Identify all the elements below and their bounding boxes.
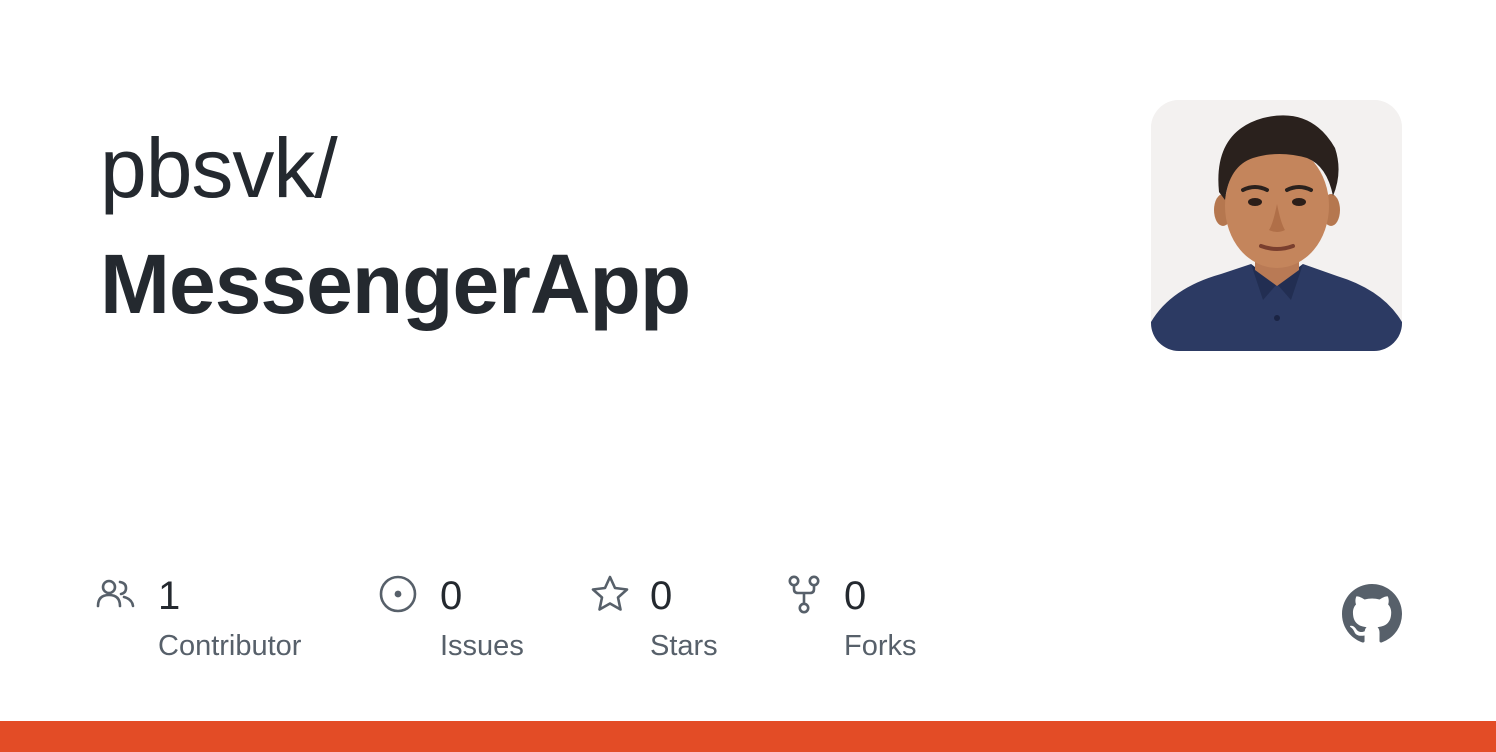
contributors-count: 1: [158, 574, 181, 618]
stat-stars[interactable]: 0 Stars: [590, 566, 750, 676]
language-bar: [0, 721, 1496, 752]
issues-count: 0: [440, 574, 463, 618]
stat-forks[interactable]: 0 Forks: [784, 566, 944, 676]
forks-count: 0: [844, 574, 867, 618]
issues-label: Issues: [440, 630, 524, 662]
repo-forked-icon: [788, 575, 820, 614]
owner-avatar[interactable]: [1151, 100, 1402, 351]
people-icon: [96, 579, 135, 608]
stat-issues[interactable]: 0 Issues: [378, 566, 548, 676]
stars-label: Stars: [650, 630, 718, 662]
repo-name[interactable]: MessengerApp: [100, 234, 691, 334]
repo-social-card: pbsvk/ MessengerApp 1 Contributor 0 Issu…: [0, 0, 1496, 752]
forks-label: Forks: [844, 630, 917, 662]
repo-stats: 1 Contributor 0 Issues 0 Stars 0 Forks: [0, 566, 1496, 676]
stars-count: 0: [650, 574, 673, 618]
contributors-label: Contributor: [158, 630, 302, 662]
github-mark-icon[interactable]: [1342, 584, 1402, 644]
stat-contributors[interactable]: 1 Contributor: [96, 566, 336, 676]
repo-owner[interactable]: pbsvk/: [100, 118, 338, 218]
star-icon: [591, 575, 629, 611]
issue-opened-icon: [379, 575, 417, 613]
